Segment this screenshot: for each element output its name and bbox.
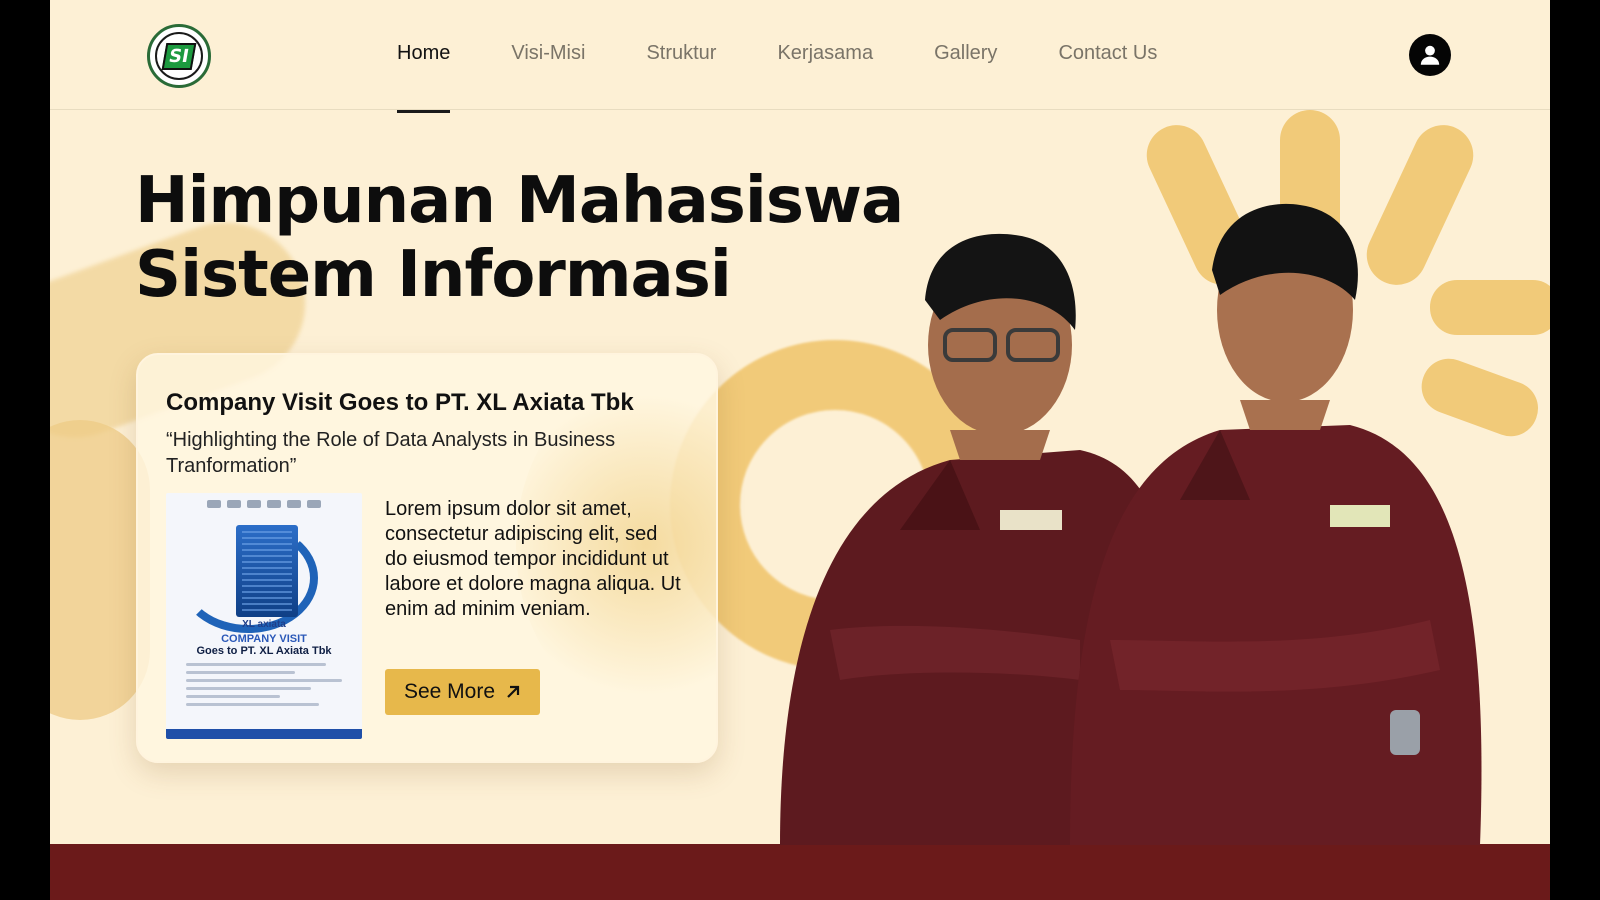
- poster-sponsor-logos: [166, 493, 362, 515]
- nav-item-visi-misi[interactable]: Visi-Misi: [511, 42, 585, 65]
- card-subtitle: “Highlighting the Role of Data Analysts …: [166, 429, 616, 477]
- poster-subheading: Goes to PT. XL Axiata Tbk: [196, 645, 332, 657]
- event-poster-image: XL axiata COMPANY VISIT Goes to PT. XL A…: [166, 493, 362, 739]
- logo-mark: SI: [161, 42, 197, 70]
- main-nav: Home Visi-Misi Struktur Kerjasama Galler…: [397, 42, 1218, 113]
- poster-brand: XL axiata: [242, 619, 286, 630]
- user-icon: [1420, 45, 1440, 65]
- poster-text-lines: [186, 663, 342, 711]
- top-header: SI Home Visi-Misi Struktur Kerjasama Gal…: [50, 0, 1550, 113]
- card-title: Company Visit Goes to PT. XL Axiata Tbk: [166, 389, 634, 416]
- user-account-button[interactable]: [1409, 34, 1451, 76]
- arrow-up-right-icon: [507, 685, 520, 698]
- poster-building: [236, 525, 298, 617]
- hero-title-line1: Himpunan Mahasiswa: [135, 164, 904, 238]
- decorative-blob: [50, 420, 150, 720]
- nav-item-home[interactable]: Home: [397, 42, 451, 113]
- see-more-button[interactable]: See More: [385, 669, 540, 715]
- logo-emblem: SI: [155, 32, 203, 80]
- hero-title-line2: Sistem Informasi: [135, 238, 732, 312]
- see-more-label: See More: [403, 680, 496, 703]
- student-right: [1070, 203, 1482, 845]
- nav-item-struktur[interactable]: Struktur: [646, 42, 716, 65]
- hero-title: Himpunan Mahasiswa Sistem Informasi: [135, 164, 904, 312]
- poster-footer: [166, 729, 362, 739]
- nav-item-contact-us[interactable]: Contact Us: [1058, 42, 1157, 65]
- nav-item-kerjasama[interactable]: Kerjasama: [777, 42, 873, 65]
- card-description: Lorem ipsum dolor sit amet, consectetur …: [385, 498, 681, 620]
- nav-item-gallery[interactable]: Gallery: [934, 42, 997, 65]
- featured-event-card: Company Visit Goes to PT. XL Axiata Tbk …: [136, 353, 718, 763]
- site-logo[interactable]: SI: [147, 24, 211, 88]
- footer-band: [50, 844, 1550, 900]
- poster-heading: COMPANY VISIT: [221, 633, 307, 645]
- landing-page: SI Home Visi-Misi Struktur Kerjasama Gal…: [50, 0, 1550, 900]
